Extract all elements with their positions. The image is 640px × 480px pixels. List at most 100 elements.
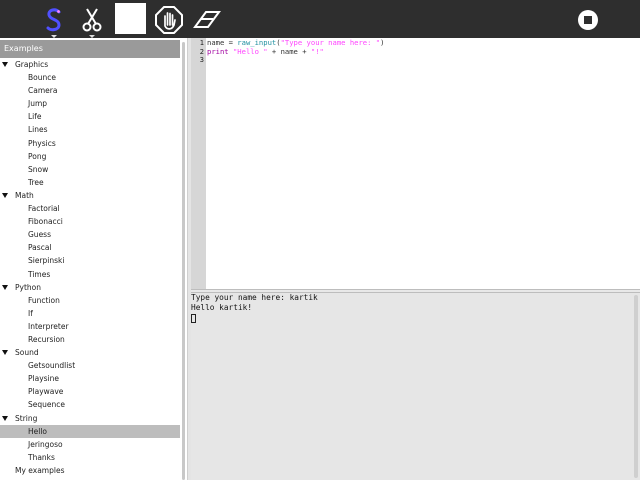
- expand-triangle-icon[interactable]: [2, 284, 8, 290]
- tree-item-label: Fibonacci: [28, 217, 63, 227]
- tree-item[interactable]: Bounce: [0, 71, 182, 84]
- cut-button[interactable]: [80, 3, 104, 38]
- tree-category[interactable]: Python: [0, 281, 182, 294]
- tree-root-item[interactable]: My examples: [0, 464, 182, 477]
- code-token: print: [207, 46, 229, 56]
- stop-circle-icon: [578, 10, 598, 30]
- snake-logo-icon: [46, 8, 61, 32]
- tree-item-label: Factorial: [28, 204, 60, 214]
- tree-item-label: Math: [15, 190, 34, 200]
- code-line: print "Hello " + name + "!": [207, 46, 384, 57]
- tree-item[interactable]: Interpreter: [0, 320, 182, 333]
- code-token: + name +: [267, 46, 311, 56]
- tree-category[interactable]: Math: [0, 189, 182, 202]
- tree-item-label: Playwave: [28, 387, 64, 397]
- tree-item-label: Sequence: [28, 400, 65, 410]
- eraser-button[interactable]: [191, 3, 223, 37]
- tree-category[interactable]: Sound: [0, 346, 182, 359]
- tree-item-label: Thanks: [28, 452, 55, 462]
- tree-item-label: Sierpinski: [28, 256, 65, 266]
- tree-item-label: If: [28, 308, 33, 318]
- tree-item[interactable]: Sierpinski: [0, 254, 182, 267]
- tree-item-label: Snow: [28, 164, 49, 174]
- tree-item[interactable]: Playwave: [0, 385, 182, 398]
- tree-item[interactable]: Lines: [0, 123, 182, 136]
- tree-item[interactable]: Snow: [0, 163, 182, 176]
- tree-item-label: Jeringoso: [28, 439, 63, 449]
- tree-item[interactable]: Physics: [0, 137, 182, 150]
- tree-item-label: Graphics: [15, 60, 49, 69]
- tree-item[interactable]: Camera: [0, 84, 182, 97]
- scrollbar-thumb[interactable]: [182, 42, 185, 480]
- output-console[interactable]: Type your name here: kartik Hello kartik!: [191, 293, 640, 480]
- tree-item-label: Times: [28, 269, 51, 279]
- tree-item-label: Hello: [28, 426, 48, 436]
- stop-hand-icon: [155, 6, 183, 34]
- tree-item[interactable]: Thanks: [0, 451, 182, 464]
- tree-item[interactable]: Fibonacci: [0, 215, 182, 228]
- color-swatch-button[interactable]: [115, 3, 146, 34]
- tree-item-label: Lines: [28, 125, 48, 135]
- tree-item[interactable]: Recursion: [0, 333, 182, 346]
- tree-item-label: String: [15, 413, 38, 423]
- expand-triangle-icon[interactable]: [2, 415, 8, 421]
- tree-item[interactable]: Times: [0, 268, 182, 281]
- code-area[interactable]: name = raw_input("Type your name here: "…: [207, 38, 385, 65]
- code-token: ): [380, 38, 385, 47]
- tree-item-label: Guess: [28, 230, 51, 240]
- tree-item[interactable]: Getsoundlist: [0, 359, 182, 372]
- tree-item-label: Camera: [28, 86, 58, 96]
- text-cursor: [191, 313, 196, 323]
- eraser-icon: [193, 11, 221, 28]
- tree-category[interactable]: Graphics: [0, 58, 182, 71]
- line-number: 1: [199, 39, 204, 47]
- console-input-line[interactable]: [191, 313, 318, 323]
- expand-triangle-icon[interactable]: [2, 192, 8, 198]
- tree-item[interactable]: Pong: [0, 150, 182, 163]
- tree-item[interactable]: Tree: [0, 176, 182, 189]
- tree-item[interactable]: Sequence: [0, 398, 182, 411]
- tree-item-label: Tree: [28, 177, 44, 187]
- tree-item-label: Interpreter: [28, 321, 69, 331]
- expand-triangle-icon[interactable]: [2, 350, 8, 356]
- line-number: 3: [199, 56, 204, 64]
- tree-item-label: Python: [15, 282, 41, 292]
- tree-item[interactable]: Playsine: [0, 372, 182, 385]
- scissors-icon: [82, 8, 102, 32]
- toolbar: [0, 0, 640, 38]
- tree-item[interactable]: Jeringoso: [0, 438, 182, 451]
- console-scrollbar[interactable]: [632, 293, 640, 480]
- examples-tree: Graphics Bounce Camera Jump Life Lines Physics…: [0, 58, 182, 477]
- scrollbar-thumb[interactable]: [634, 295, 638, 478]
- tree-item-label: Physics: [28, 138, 56, 148]
- tree-item[interactable]: Jump: [0, 97, 182, 110]
- examples-header: Examples: [0, 40, 180, 58]
- code-editor[interactable]: 123 name = raw_input("Type your name her…: [191, 38, 640, 289]
- stop-button[interactable]: [574, 3, 602, 37]
- tree-item-label: Function: [28, 295, 60, 305]
- console-line: Hello kartik!: [191, 303, 253, 312]
- tree-item[interactable]: Hello: [0, 424, 182, 438]
- tree-item-label: My examples: [15, 465, 65, 475]
- line-number: 2: [199, 47, 204, 56]
- tree-item[interactable]: Guess: [0, 228, 182, 241]
- tree-item-label: Bounce: [28, 73, 56, 83]
- tree-category[interactable]: String: [0, 412, 182, 425]
- tree-item-label: Jump: [28, 99, 48, 109]
- tree-item-label: Recursion: [28, 334, 65, 344]
- sidebar-scrollbar[interactable]: [180, 40, 187, 480]
- line-number-gutter: 123: [191, 38, 206, 289]
- tree-item[interactable]: Factorial: [0, 202, 182, 215]
- expand-triangle-icon[interactable]: [2, 62, 8, 67]
- stop-hand-button[interactable]: [154, 3, 184, 37]
- tree-item[interactable]: If: [0, 307, 182, 320]
- tree-item[interactable]: Function: [0, 294, 182, 307]
- activity-logo-button[interactable]: [42, 3, 66, 38]
- tree-item-label: Life: [28, 112, 42, 122]
- tree-item-label: Pascal: [28, 243, 52, 253]
- tree-item[interactable]: Pascal: [0, 241, 182, 254]
- tree-item-label: Pong: [28, 151, 47, 161]
- tree-item-label: Sound: [15, 348, 39, 358]
- tree-item[interactable]: Life: [0, 110, 182, 123]
